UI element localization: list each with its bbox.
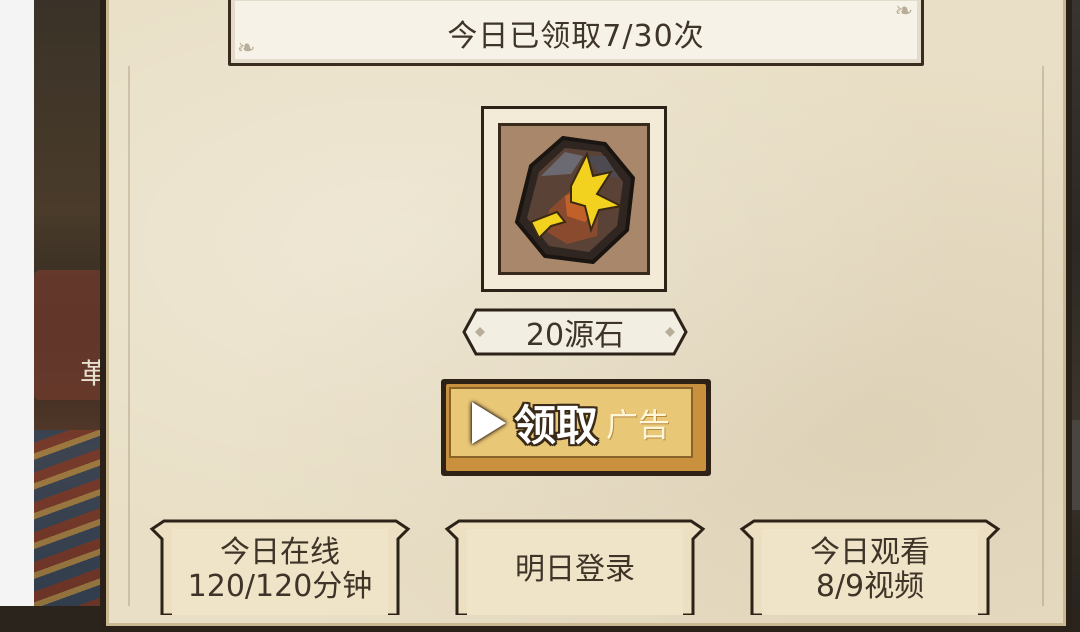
claimed-count-banner: ❧ ❧ 今日已领取7/30次 — [228, 0, 924, 66]
claimed-count-text: 今日已领取7/30次 — [447, 19, 705, 54]
reward-amount-label: 20源石 — [525, 318, 625, 353]
watch-video-task[interactable]: 今日观看 8/9视频 — [736, 515, 1004, 615]
source-stone-icon — [514, 135, 636, 265]
reward-item-slot — [498, 123, 650, 275]
panel-border-line — [128, 66, 130, 606]
background-stripes — [34, 430, 104, 606]
ad-label: 广告 — [606, 405, 671, 444]
task-title: 明日登录 — [515, 552, 635, 587]
claim-label: 领取 — [513, 401, 598, 450]
task-title: 今日在线 — [220, 535, 340, 570]
corner-ornament-icon: ❧ — [237, 36, 256, 61]
claim-button-face: 领取 广告 — [449, 387, 693, 458]
task-text-block: 明日登录 — [441, 525, 709, 615]
task-title: 今日观看 — [810, 535, 930, 570]
play-icon — [471, 401, 506, 444]
screen-edge — [0, 0, 34, 606]
reward-amount-tag: 20源石 — [462, 304, 688, 360]
task-progress: 8/9视频 — [815, 569, 925, 604]
claim-ad-button[interactable]: 领取 广告 — [441, 379, 711, 476]
online-time-task[interactable]: 今日在线 120/120分钟 — [146, 515, 414, 615]
login-tomorrow-task[interactable]: 明日登录 — [441, 515, 709, 615]
panel-border-line — [1042, 66, 1044, 606]
corner-ornament-icon: ❧ — [894, 0, 913, 24]
task-text-block: 今日在线 120/120分钟 — [146, 525, 414, 615]
reward-item-frame — [481, 106, 667, 292]
left-background-scene: 革 — [0, 0, 110, 606]
task-text-block: 今日观看 8/9视频 — [736, 525, 1004, 615]
task-progress: 120/120分钟 — [187, 569, 373, 604]
